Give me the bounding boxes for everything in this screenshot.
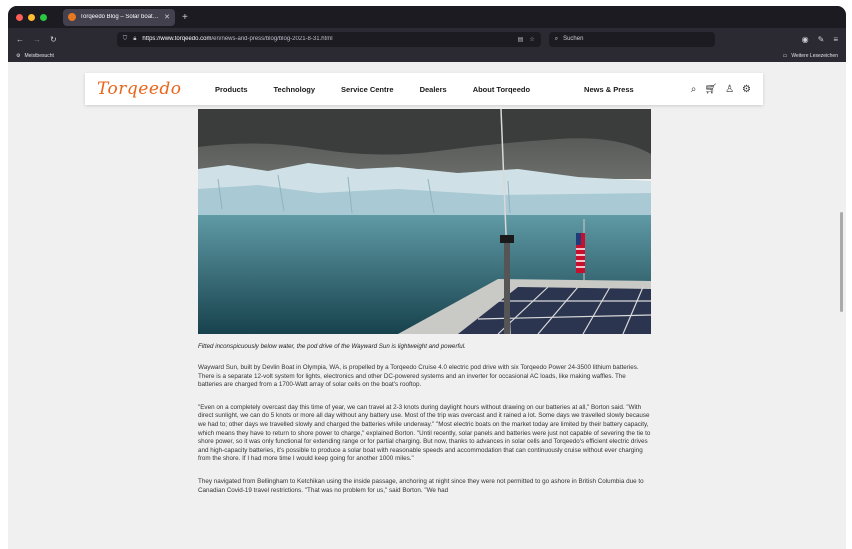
- folder-icon: ▭: [782, 53, 788, 59]
- nav-products[interactable]: Products: [215, 85, 248, 94]
- lock-icon: 🔒︎: [133, 35, 137, 42]
- search-icon[interactable]: ⌕: [691, 84, 697, 95]
- browser-toolbar: ← → ↻ ⛉ 🔒︎ https://www.torqeedo.com/en/n…: [8, 28, 846, 50]
- window-controls: [16, 13, 47, 21]
- menu-icon[interactable]: ≡: [833, 35, 838, 44]
- bookmark-most-visited[interactable]: Meistbesucht: [24, 53, 53, 59]
- search-bar[interactable]: ⌕ Suchen: [548, 31, 715, 47]
- pocket-icon[interactable]: ◉: [802, 35, 809, 44]
- reader-view-icon[interactable]: ▤: [518, 36, 524, 43]
- article-paragraph: "Even on a completely overcast day this …: [198, 403, 651, 463]
- site-header: Torqeedo Products Technology Service Cen…: [85, 73, 763, 105]
- gear-icon: ⚙: [16, 53, 21, 59]
- article-paragraph: Wayward Sun, built by Devlin Boat in Oly…: [198, 364, 639, 389]
- maximize-window-button[interactable]: [40, 13, 47, 21]
- minimize-window-button[interactable]: [28, 13, 35, 21]
- user-icon[interactable]: ♙: [725, 84, 734, 95]
- browser-window: Torqeedo Blog – Solar boat cruis... ✕ + …: [8, 6, 846, 549]
- page-viewport: Torqeedo Products Technology Service Cen…: [8, 62, 846, 549]
- settings-icon[interactable]: ⚙: [742, 84, 751, 95]
- browser-tab[interactable]: Torqeedo Blog – Solar boat cruis... ✕: [63, 8, 175, 26]
- url-text: https://www.torqeedo.com/en/news-and-pre…: [142, 36, 333, 42]
- main-nav: Products Technology Service Centre Deale…: [189, 85, 677, 94]
- close-tab-icon[interactable]: ✕: [164, 13, 170, 21]
- article-photo: [198, 109, 651, 334]
- nav-about[interactable]: About Torqeedo: [473, 85, 530, 94]
- nav-dealers[interactable]: Dealers: [420, 85, 447, 94]
- cart-icon[interactable]: 🛒︎: [704, 84, 717, 95]
- bookmark-star-icon[interactable]: ☆: [529, 36, 534, 43]
- address-bar[interactable]: ⛉ 🔒︎ https://www.torqeedo.com/en/news-an…: [116, 31, 541, 47]
- page-scrollbar[interactable]: [840, 212, 843, 312]
- article: Fitted inconspicuously below water, the …: [198, 109, 651, 495]
- shield-icon: ⛉: [122, 35, 128, 42]
- favicon-icon: [68, 13, 76, 21]
- extensions-icon[interactable]: ✎: [818, 35, 825, 44]
- forward-icon[interactable]: →: [33, 35, 41, 44]
- search-icon: ⌕: [554, 35, 559, 42]
- close-window-button[interactable]: [16, 13, 23, 21]
- site-logo[interactable]: Torqeedo: [97, 79, 189, 99]
- article-paragraph: They navigated from Bellingham to Ketchi…: [198, 477, 644, 494]
- nav-technology[interactable]: Technology: [274, 85, 316, 94]
- search-placeholder: Suchen: [563, 36, 584, 42]
- image-caption: Fitted inconspicuously below water, the …: [198, 343, 466, 350]
- bookmarks-bar: ⚙ Meistbesucht ▭ Weitere Lesezeichen: [8, 50, 846, 62]
- new-tab-icon[interactable]: +: [182, 12, 188, 23]
- back-icon[interactable]: ←: [16, 35, 24, 44]
- reload-icon[interactable]: ↻: [50, 35, 57, 44]
- bookmark-other[interactable]: Weitere Lesezeichen: [791, 53, 838, 59]
- tab-title: Torqeedo Blog – Solar boat cruis...: [80, 14, 160, 20]
- title-bar: Torqeedo Blog – Solar boat cruis... ✕ +: [8, 6, 846, 28]
- nav-service-centre[interactable]: Service Centre: [341, 85, 394, 94]
- nav-news-press[interactable]: News & Press: [584, 85, 634, 94]
